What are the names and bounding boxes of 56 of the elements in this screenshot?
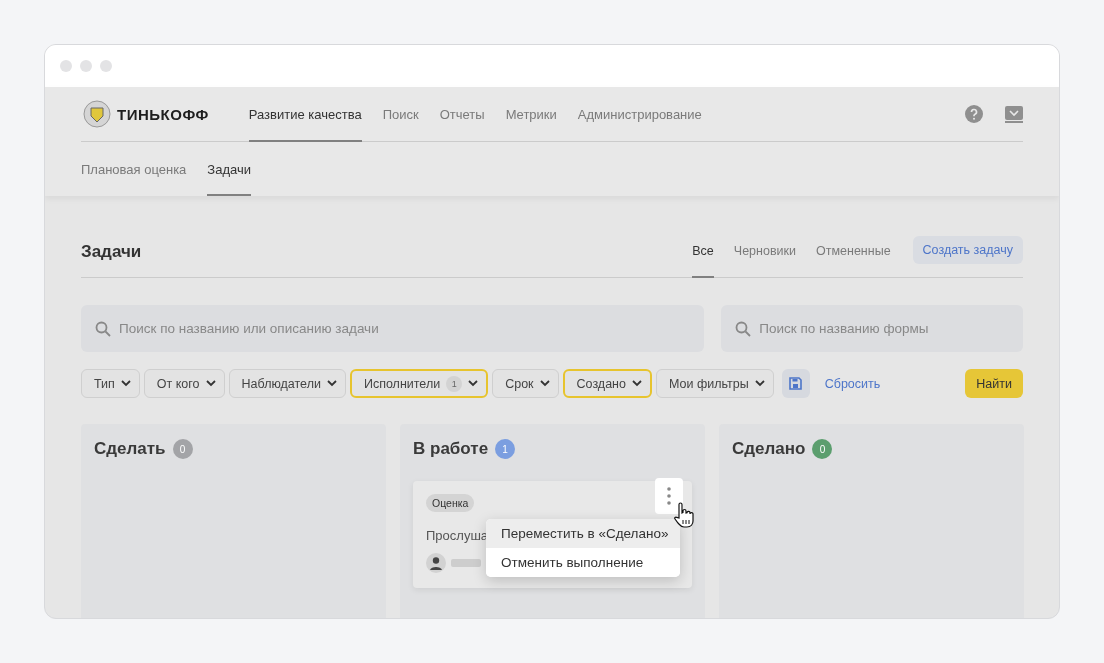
search-icon — [735, 321, 752, 337]
find-button[interactable]: Найти — [965, 369, 1023, 398]
column-title: Сделано — [732, 439, 806, 459]
view-tab[interactable]: Отмененные — [816, 236, 891, 278]
nav-tab[interactable]: Поиск — [382, 86, 419, 142]
avatar-icon — [426, 553, 446, 573]
chevron-down-icon — [326, 380, 337, 387]
save-filter-button[interactable] — [781, 369, 810, 398]
form-search-field[interactable]: Поиск по названию формы — [721, 305, 1023, 352]
window-dot — [60, 60, 72, 72]
window-dot — [80, 60, 92, 72]
reset-link[interactable]: Сбросить — [824, 376, 881, 391]
filter-dropdown[interactable]: Срок — [492, 369, 559, 398]
chevron-down-icon — [468, 380, 479, 387]
filter-dropdown[interactable]: Наблюдатели — [228, 369, 346, 398]
filter-dropdown[interactable]: Тип — [81, 369, 140, 398]
logo-text: ТИНЬКОФФ — [117, 105, 209, 123]
task-title: Прослуша — [426, 528, 489, 543]
nav-tab[interactable]: Отчеты — [439, 86, 485, 142]
chevron-down-icon — [120, 380, 131, 387]
filter-dropdown[interactable]: Создано — [562, 369, 652, 398]
chevron-down-icon — [632, 380, 642, 387]
more-icon — [667, 487, 671, 505]
column-count: 0 — [172, 439, 193, 459]
inbox-icon[interactable] — [1005, 105, 1023, 123]
menu-item[interactable]: Переместить в «Сделано» — [486, 519, 680, 548]
chevron-down-icon — [539, 380, 550, 387]
filter-count: 1 — [446, 375, 463, 392]
column-count: 1 — [495, 439, 516, 459]
filter-dropdown[interactable]: От кого — [143, 369, 225, 398]
save-icon — [789, 377, 803, 390]
logo-icon — [81, 100, 113, 128]
filter-dropdown[interactable]: Мои фильтры — [656, 369, 774, 398]
nav-tab[interactable]: Администрирование — [577, 86, 702, 142]
task-search-field[interactable]: Поиск по названию или описанию задачи — [81, 305, 705, 352]
task-tag: Оценка — [426, 494, 475, 512]
search-icon — [95, 321, 111, 337]
column-count: 0 — [812, 439, 833, 459]
more-button[interactable] — [655, 478, 683, 514]
column-title: Сделать — [94, 439, 166, 459]
subnav-tab[interactable]: Плановая оценка — [81, 142, 187, 196]
window-dot — [100, 60, 112, 72]
hand-cursor-icon — [673, 502, 695, 528]
view-tab[interactable]: Все — [692, 236, 714, 278]
chevron-down-icon — [205, 380, 216, 387]
assignee-name-placeholder — [451, 559, 481, 567]
column-title: В работе — [413, 439, 489, 459]
page-title: Задачи — [81, 242, 142, 262]
filter-dropdown[interactable]: Исполнители 1 — [349, 369, 489, 398]
nav-tab[interactable]: Развитие качества — [248, 86, 362, 142]
subnav-tab[interactable]: Задачи — [207, 142, 251, 196]
chevron-down-icon — [754, 380, 765, 387]
help-icon[interactable] — [965, 105, 983, 123]
nav-tab[interactable]: Метрики — [505, 86, 557, 142]
view-tab[interactable]: Черновики — [733, 236, 796, 278]
menu-item[interactable]: Отменить выполнение — [486, 548, 680, 577]
